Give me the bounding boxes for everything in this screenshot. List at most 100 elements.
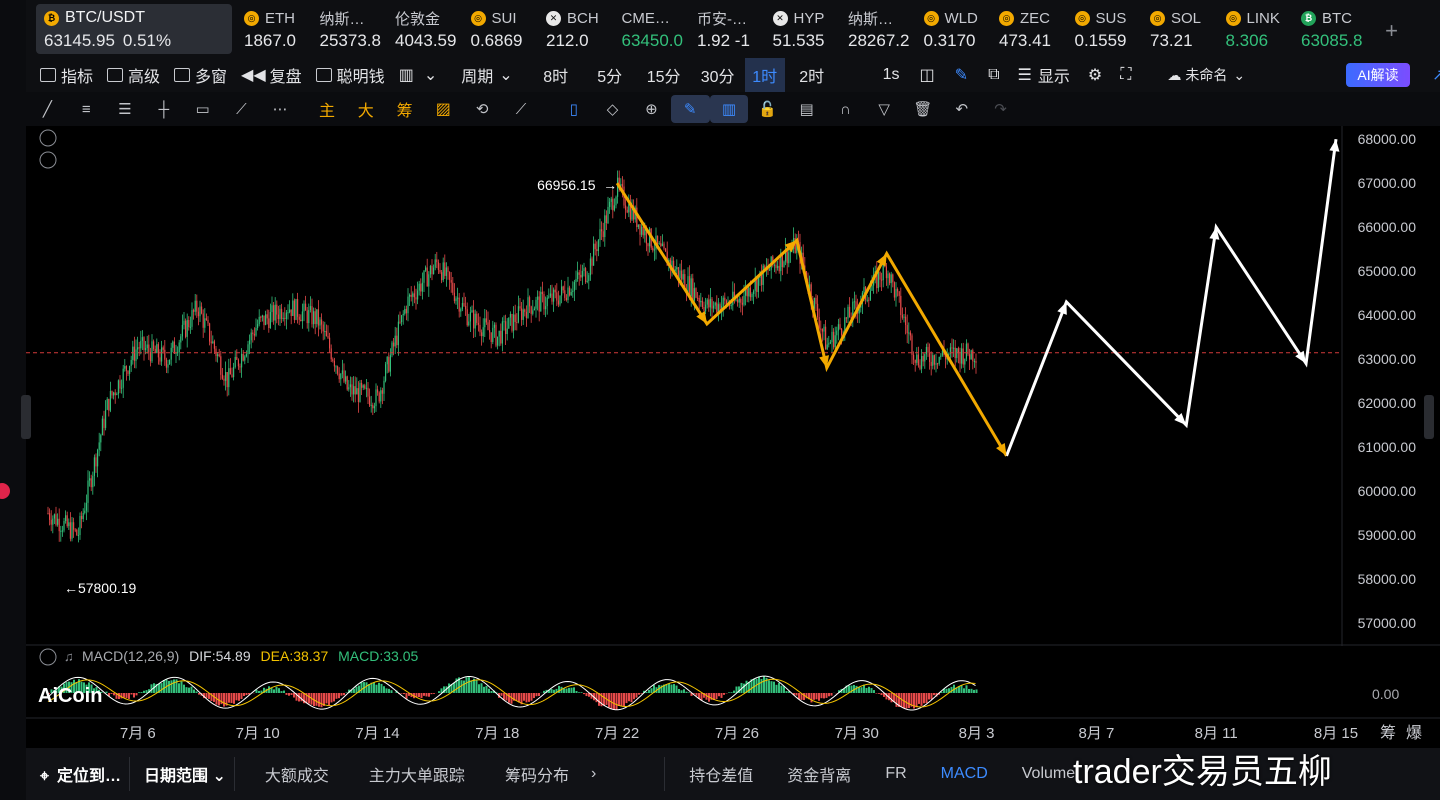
chips-corner-button[interactable]: 筹 [1380, 724, 1396, 742]
ticker-13[interactable]: ◎ SOL 73.21 [1142, 0, 1218, 58]
tab-chip-distribution[interactable]: 筹码分布 [505, 762, 569, 786]
hyp-icon: ✕ [772, 10, 788, 26]
dots-icon[interactable]: ⋯ [261, 92, 300, 126]
ticker-1[interactable]: ◎ ETH 1867.0 [236, 0, 312, 58]
candle-body [701, 300, 703, 307]
candle-body [282, 317, 284, 319]
locate-button[interactable]: ⌖ 定位到… [40, 762, 121, 786]
interval-2h[interactable]: 2时 [785, 63, 839, 87]
tab-macd[interactable]: MACD [941, 765, 988, 783]
expand-up-icon[interactable] [39, 129, 57, 147]
tab-whale-tracking[interactable]: 主力大单跟踪 [369, 762, 465, 786]
interval-1h[interactable]: 1时 [744, 58, 785, 92]
interval-8h[interactable]: 8时 [529, 63, 583, 87]
trend-icon[interactable]: ↗ [1432, 65, 1440, 85]
interval-30m[interactable]: 30分 [691, 63, 745, 87]
parallel-lines-icon[interactable]: ≡ [67, 92, 106, 126]
liquidation-corner-button[interactable]: 爆 [1406, 723, 1422, 742]
ruler-icon[interactable]: ⟋ [502, 92, 541, 126]
magnet-icon[interactable]: ∩ [826, 92, 865, 126]
layout-name-dropdown[interactable]: ☁ 未命名 ⌄ [1167, 65, 1245, 85]
fullscreen-icon[interactable]: ⛶ [1120, 66, 1131, 84]
ticker-2[interactable]: 纳斯… 25373.8 [312, 0, 388, 58]
candle-body [682, 274, 684, 280]
replay-button[interactable]: ◀◀ 复盘 [241, 63, 302, 87]
ticker-6[interactable]: CME… 63450.0 [614, 0, 690, 58]
period-dropdown[interactable]: 周期 ⌄ [461, 63, 512, 87]
tab-volume[interactable]: Volume [1022, 765, 1075, 783]
date-range-dropdown[interactable]: 日期范围 ⌄ [144, 762, 226, 786]
rectangle-icon[interactable]: ▭ [183, 92, 222, 126]
settings-gear-icon[interactable]: ⚙ [1088, 65, 1102, 85]
redo-icon[interactable]: ↷ [981, 92, 1020, 126]
line-tool-icon[interactable]: ╱ [28, 92, 67, 126]
main-force-button[interactable]: 主 [308, 92, 347, 126]
macd-bar [768, 680, 770, 693]
heatmap-icon[interactable]: ▨ [424, 92, 463, 126]
tab-fr[interactable]: FR [885, 765, 906, 783]
candle-body [892, 274, 894, 283]
undo-icon[interactable]: ↶ [942, 92, 981, 126]
macd-bar [930, 693, 933, 700]
candle-body [146, 344, 148, 349]
candle-mode-icon[interactable]: ▥ [709, 95, 749, 123]
advanced-button[interactable]: 高级 [107, 63, 160, 87]
ticker-symbol: 伦敦金 [395, 10, 441, 28]
chart-type-button[interactable]: ▥ ⌄ [399, 65, 438, 85]
ticker-12[interactable]: ◎ SUS 0.1559 [1067, 0, 1143, 58]
expand-down-icon[interactable] [39, 151, 57, 169]
bell-icon[interactable]: ♫ [64, 649, 74, 664]
display-button[interactable]: ☰ 显示 [1018, 63, 1070, 87]
share-icon[interactable]: ⧉ [988, 66, 999, 84]
macd-bar [860, 687, 863, 693]
ticker-7[interactable]: 币安-… 1.92 -1 [689, 0, 765, 58]
smart-money-button[interactable]: 聪明钱 [315, 63, 385, 87]
ticker-4[interactable]: ◎ SUI 0.6869 [463, 0, 539, 58]
draw-mode-icon[interactable]: ✎ [670, 95, 710, 123]
ticker-price: 4043.59 [395, 31, 457, 50]
lock-icon[interactable]: 🔓 [748, 92, 787, 126]
add-ticker-icon[interactable]: + [1385, 18, 1398, 44]
ticker-0[interactable]: ₿ BTC/USDT 63145.95 0.51% [36, 4, 232, 54]
trash-icon[interactable]: 🗑 [904, 92, 943, 126]
candle-body [101, 418, 103, 436]
brush-icon[interactable]: ⟋ [222, 92, 261, 126]
tag-icon[interactable]: ◇ [593, 92, 632, 126]
ticker-3[interactable]: 伦敦金 4043.59 [387, 0, 463, 58]
collapse-toggles[interactable] [39, 129, 57, 169]
ticker-10[interactable]: ◎ WLD 0.3170 [916, 0, 992, 58]
interval-15m[interactable]: 15分 [637, 63, 691, 87]
ticker-11[interactable]: ◎ ZEC 473.41 [991, 0, 1067, 58]
tab-large-trades[interactable]: 大额成交 [265, 762, 329, 786]
ticker-8[interactable]: ✕ HYP 51.535 [765, 0, 841, 58]
multi-window-button[interactable]: 多窗 [174, 63, 227, 87]
ai-read-button[interactable]: AI解读 [1346, 63, 1410, 87]
indicators-button[interactable]: 指标 [40, 63, 93, 87]
template-icon[interactable]: ▤ [787, 92, 826, 126]
refresh-icon[interactable]: ⟲ [463, 92, 502, 126]
interval-1s[interactable]: 1s [883, 66, 900, 84]
pen-icon[interactable]: ✎ [955, 65, 968, 85]
camera-icon[interactable]: ◫ [920, 65, 935, 85]
channel-icon[interactable]: ☰ [106, 92, 145, 126]
filter-icon[interactable]: ▽ [865, 92, 904, 126]
price-chart[interactable]: 68000.00 67000.00 66000.00 65000.00 64000.00… [26, 126, 1440, 748]
chips-button[interactable]: 筹 [385, 92, 424, 126]
large-order-button[interactable]: 大 [346, 92, 385, 126]
zoom-icon[interactable]: ⊕ [632, 92, 671, 126]
candle-body [737, 299, 739, 303]
interval-5m[interactable]: 5分 [583, 63, 637, 87]
candle-body [741, 302, 743, 305]
chevron-right-icon[interactable]: › [591, 765, 596, 783]
ticker-14[interactable]: ◎ LINK 8.306 [1218, 0, 1294, 58]
ticker-9[interactable]: 纳斯… 28267.2 [840, 0, 916, 58]
candle-body [697, 297, 699, 299]
tab-position-diff[interactable]: 持仓差值 [689, 762, 753, 786]
tab-fund-divergence[interactable]: 资金背离 [787, 762, 851, 786]
macd-collapse-icon[interactable] [39, 648, 57, 666]
horizontal-line-icon[interactable]: ┼ [144, 92, 183, 126]
ticker-5[interactable]: ✕ BCH 212.0 [538, 0, 614, 58]
ticker-15[interactable]: ₿ BTC 63085.8 [1293, 0, 1369, 58]
bookmark-icon[interactable]: ▯ [554, 92, 593, 126]
candle-body [497, 336, 499, 346]
